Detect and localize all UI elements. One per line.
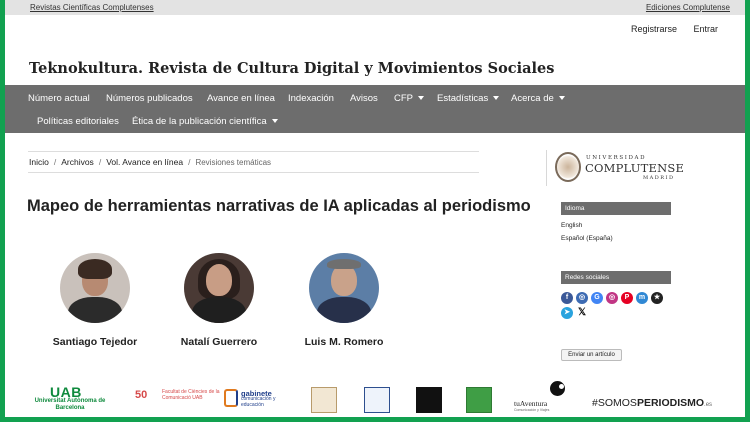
avatar xyxy=(184,253,254,323)
somos-bold: PERIODISMO xyxy=(636,397,705,409)
breadcrumb-separator: / xyxy=(188,157,191,167)
language-block-header: Idioma xyxy=(561,202,671,215)
star-icon[interactable]: ★ xyxy=(651,292,663,304)
nav-announcements[interactable]: Avisos xyxy=(350,93,378,104)
author-name: Luis M. Romero xyxy=(304,336,384,348)
breadcrumb-home[interactable]: Inicio xyxy=(29,157,49,167)
ucm-logo-line3: MADRID xyxy=(643,175,675,181)
breadcrumb-separator: / xyxy=(53,157,57,167)
breadcrumb-current: Revisiones temáticas xyxy=(195,158,272,167)
ucm-logo-line2: COMPLUTENSE xyxy=(585,161,685,175)
pinterest-icon[interactable]: P xyxy=(621,292,633,304)
nav-indexing[interactable]: Indexación xyxy=(288,93,334,104)
nav-current-issue[interactable]: Número actual xyxy=(28,93,90,104)
partner-logo[interactable] xyxy=(466,387,492,413)
nav-statistics-label: Estadísticas xyxy=(437,93,489,104)
chevron-down-icon xyxy=(271,119,278,124)
x-icon[interactable]: 𝕏 xyxy=(576,307,588,319)
tuaventura-bird-eye xyxy=(559,384,564,389)
chevron-down-icon xyxy=(418,96,424,101)
page-frame: Revistas Científicas Complutenses Edicio… xyxy=(5,0,745,417)
breadcrumb: Inicio / Archivos / Vol. Avance en línea / Rev… xyxy=(28,151,479,173)
partner-logo[interactable] xyxy=(416,387,442,413)
anniversary-caption: Facultat de Ciències de la Comunicació U… xyxy=(162,389,220,401)
instagram-icon[interactable]: ◎ xyxy=(606,292,618,304)
register-link[interactable]: Registrarse xyxy=(631,24,677,34)
article-title: Mapeo de herramientas narrativas de IA a… xyxy=(27,197,531,215)
partner-logo[interactable] xyxy=(364,387,390,413)
avatar xyxy=(309,253,379,323)
nav-cfp-label: CFP xyxy=(394,93,413,104)
author-card: Luis M. Romero xyxy=(289,253,399,348)
login-link[interactable]: Entrar xyxy=(693,24,718,34)
nav-archives[interactable]: Números publicados xyxy=(106,93,193,104)
site-title[interactable]: Teknokultura. Revista de Cultura Digital… xyxy=(29,60,554,77)
author-card: Santiago Tejedor xyxy=(40,253,150,348)
social-block-header: Redes sociales xyxy=(561,271,671,284)
chevron-down-icon xyxy=(493,96,500,101)
language-spanish[interactable]: Español (España) xyxy=(561,235,613,242)
top-strip: Revistas Científicas Complutenses Edicio… xyxy=(5,0,745,15)
tuaventura-caption: Comunicación y Viajes xyxy=(514,408,550,412)
somos-suffix: .es xyxy=(704,402,713,408)
breadcrumb-issue[interactable]: Vol. Avance en línea xyxy=(106,157,183,167)
facebook-icon[interactable]: f xyxy=(561,292,573,304)
chevron-down-icon xyxy=(558,96,565,101)
mastodon-icon[interactable]: m xyxy=(636,292,648,304)
ucm-seal-icon xyxy=(555,152,581,182)
somos-periodismo-logo[interactable]: #SOMOSPERIODISMO.es xyxy=(592,397,712,409)
author-name: Natalí Guerrero xyxy=(180,336,258,348)
breadcrumb-archives[interactable]: Archivos xyxy=(61,157,94,167)
google-icon[interactable]: G xyxy=(591,292,603,304)
instagram-icon[interactable]: ◎ xyxy=(576,292,588,304)
nav-cfp[interactable]: CFP xyxy=(394,93,424,104)
user-nav: Registrarse Entrar xyxy=(617,24,718,34)
partner-logo[interactable] xyxy=(311,387,337,413)
anniversary-logo[interactable]: 50 xyxy=(135,389,147,401)
nav-ethics[interactable]: Ética de la publicación científica xyxy=(132,116,278,127)
breadcrumb-separator: / xyxy=(98,157,102,167)
gabinete-logo-icon xyxy=(224,389,238,407)
submit-article-button[interactable]: Enviar un artículo xyxy=(561,349,622,361)
ediciones-link[interactable]: Ediciones Complutense xyxy=(646,3,730,12)
gabinete-caption: comunicación y educación xyxy=(241,396,276,408)
revistas-link[interactable]: Revistas Científicas Complutenses xyxy=(30,3,154,12)
ucm-logo[interactable]: UNIVERSIDAD COMPLUTENSE MADRID xyxy=(546,150,684,186)
nav-about-label: Acerca de xyxy=(511,93,554,104)
main-nav: Número actual Números publicados Avance … xyxy=(5,85,745,133)
author-name: Santiago Tejedor xyxy=(52,336,138,348)
nav-ethics-label: Ética de la publicación científica xyxy=(132,116,267,127)
telegram-icon[interactable]: ➤ xyxy=(561,307,573,319)
nav-online-first[interactable]: Avance en línea xyxy=(207,93,275,104)
tuaventura-logo[interactable]: tuAventura xyxy=(514,399,547,408)
avatar xyxy=(60,253,130,323)
author-card: Natalí Guerrero xyxy=(164,253,274,348)
nav-editorial-policies[interactable]: Políticas editoriales xyxy=(37,116,119,127)
uab-logo-caption: Universitat Autònoma de Barcelona xyxy=(34,398,106,411)
nav-statistics[interactable]: Estadísticas xyxy=(437,93,500,104)
somos-prefix: #SOMOS xyxy=(592,397,637,409)
nav-about[interactable]: Acerca de xyxy=(511,93,565,104)
language-english[interactable]: English xyxy=(561,222,582,229)
